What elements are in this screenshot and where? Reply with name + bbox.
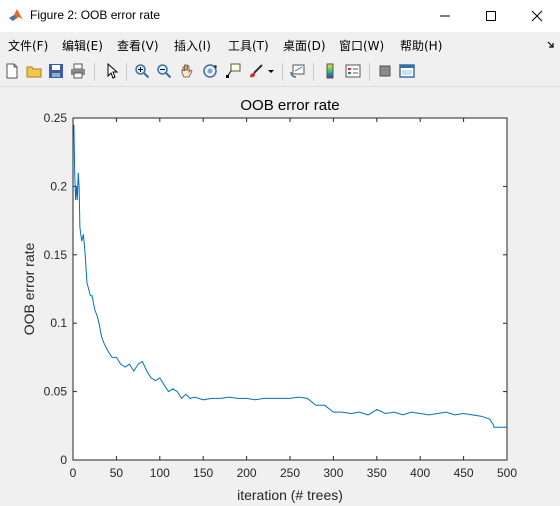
axes-background [73,118,507,460]
x-tick-label: 100 [150,466,170,480]
menu-window[interactable]: 窗口(W) [339,37,384,54]
chart-title: OOB error rate [240,97,339,114]
x-tick-label: 50 [110,466,124,480]
open-file-button[interactable] [24,61,44,81]
zoom-out-icon [157,64,172,79]
brush-dropdown-icon [268,70,274,73]
x-axis-label: iteration (# trees) [237,487,343,503]
toolbar-separator [369,63,370,81]
x-tick-label: 400 [410,466,430,480]
figure-canvas: 0 50 100 150 200 250 300 350 400 450 500 0 0.05 0.1 0.… [0,87,560,506]
minimize-icon [440,15,450,17]
menu-desktop[interactable]: 桌面(D) [283,37,326,54]
print-icon [71,63,85,79]
menu-view[interactable]: 查看(V) [117,37,159,54]
legend-icon [345,64,361,78]
toolbar-separator [282,63,283,81]
toolbar-separator [126,63,127,81]
y-tick-label: 0.25 [44,111,68,125]
data-cursor-button[interactable] [223,61,243,81]
menu-tools[interactable]: 工具(T) [228,37,269,54]
matlab-logo-icon [8,7,24,23]
window-title: Figure 2: OOB error rate [30,8,161,22]
open-file-icon [26,66,42,78]
close-icon [531,10,543,22]
data-cursor-icon [226,63,241,78]
print-button[interactable] [68,61,88,81]
menu-help[interactable]: 帮助(H) [400,37,442,54]
toolbar-separator [94,63,95,81]
x-tick-label: 0 [70,466,77,480]
x-tick-label: 300 [323,466,343,480]
pan-button[interactable] [177,61,197,81]
y-tick-label: 0.05 [44,385,68,399]
brush-dropdown-button[interactable] [265,61,277,81]
hide-plot-tools-icon [379,65,391,77]
y-tick-label: 0 [60,453,67,467]
rotate-3d-button[interactable] [200,61,220,81]
link-plot-icon [290,64,305,78]
y-tick-label: 0.15 [44,248,68,262]
minimize-button[interactable] [422,0,468,32]
save-button[interactable] [46,61,66,81]
menu-edit[interactable]: 编辑(E) [62,37,103,54]
menu-insert[interactable]: 插入(I) [174,37,211,54]
colorbar-button[interactable] [320,61,340,81]
edit-plot-button[interactable] [102,61,122,81]
legend-button[interactable] [343,61,363,81]
rotate-3d-icon [203,64,217,78]
brush-icon [250,64,263,78]
y-tick-label: 0.1 [50,316,67,330]
menu-file[interactable]: 文件(F) [8,37,48,54]
zoom-in-button[interactable] [132,61,152,81]
y-tick-label: 0.2 [50,179,67,193]
new-figure-icon [6,63,18,79]
pan-hand-icon [181,64,193,78]
save-icon [49,64,63,78]
zoom-in-icon [135,64,150,79]
x-tick-label: 500 [497,466,517,480]
x-tick-label: 350 [367,466,387,480]
new-figure-button[interactable] [2,61,22,81]
menu-overflow-icon[interactable] [546,39,556,49]
maximize-icon [486,11,496,21]
brush-button[interactable] [246,61,266,81]
x-tick-label: 250 [280,466,300,480]
oob-error-chart: 0 50 100 150 200 250 300 350 400 450 500 0 0.05 0.1 0.… [21,97,517,503]
x-tick-label: 450 [454,466,474,480]
show-plot-tools-icon [399,64,415,78]
colorbar-icon [326,63,334,79]
maximize-button[interactable] [468,0,514,32]
edit-plot-arrow-icon [107,63,119,79]
menu-bar: 文件(F) 编辑(E) 查看(V) 插入(I) 工具(T) 桌面(D) 窗口(W… [0,32,560,56]
zoom-out-button[interactable] [154,61,174,81]
window-title-bar: Figure 2: OOB error rate [0,0,560,32]
figure-toolbar [0,56,560,87]
y-axis-label: OOB error rate [21,243,37,336]
show-plot-tools-button[interactable] [397,61,417,81]
close-button[interactable] [514,0,560,32]
hide-plot-tools-button[interactable] [375,61,395,81]
x-tick-label: 150 [193,466,213,480]
link-plot-button[interactable] [288,61,308,81]
toolbar-separator [313,63,314,81]
x-tick-label: 200 [237,466,257,480]
